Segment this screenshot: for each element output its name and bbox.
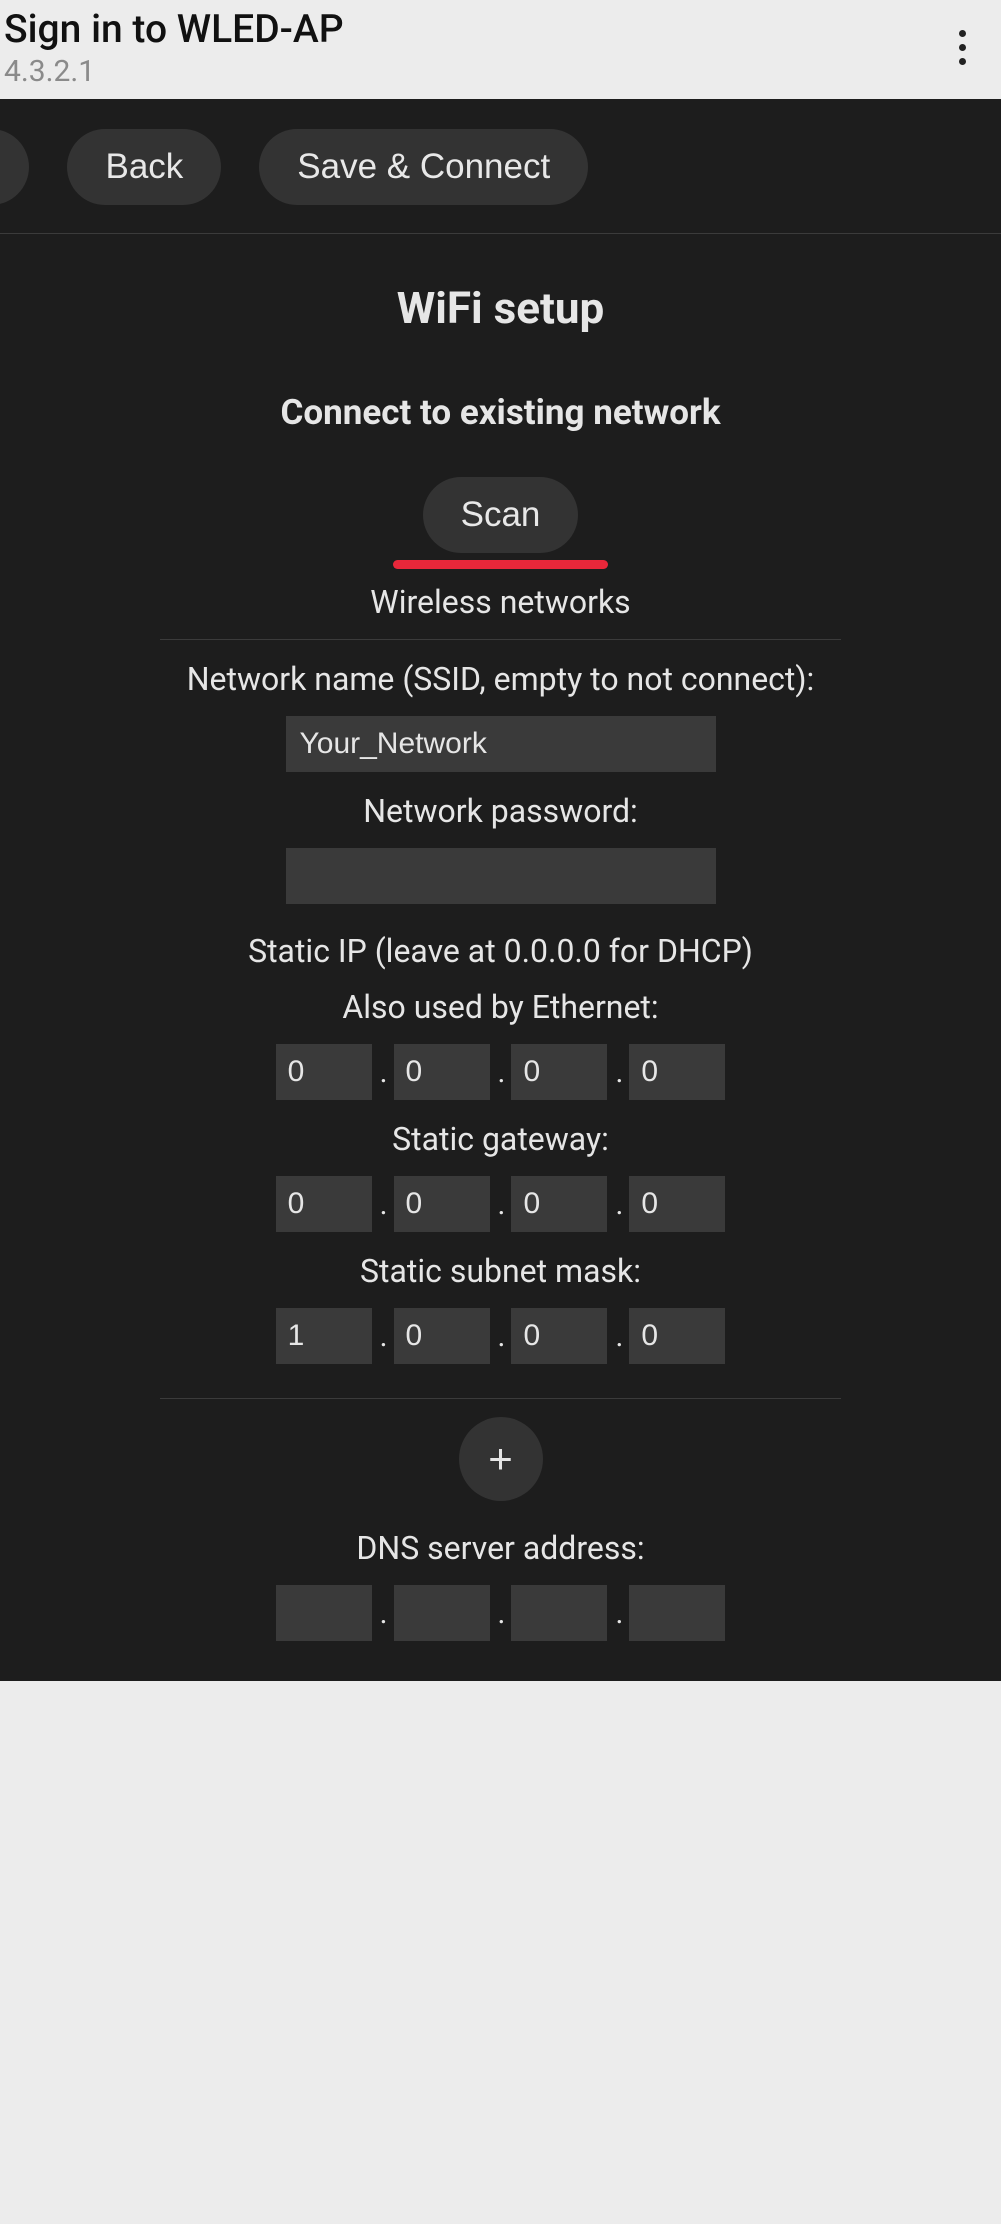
top-button-bar: ? Back Save & Connect [0,129,1001,234]
ip-dot: . [607,1319,629,1354]
static-ip-row: . . . [0,1044,1001,1100]
gateway-octet-4[interactable] [629,1176,725,1232]
scan-button[interactable]: Scan [423,477,579,553]
gateway-octet-3[interactable] [511,1176,607,1232]
dns-octet-4[interactable] [629,1585,725,1641]
ip-dot: . [372,1319,394,1354]
help-button[interactable]: ? [0,129,29,205]
divider [160,1398,841,1399]
captive-portal-subtitle: 4.3.2.1 [4,54,344,89]
back-button[interactable]: Back [67,129,221,205]
password-label: Network password: [0,792,1001,830]
ip-dot: . [607,1055,629,1090]
subnet-octet-4[interactable] [629,1308,725,1364]
subnet-octet-1[interactable] [276,1308,372,1364]
page-title: WiFi setup [0,282,1001,334]
ip-dot: . [607,1596,629,1631]
add-network-button[interactable]: + [459,1417,543,1501]
subnet-octet-3[interactable] [511,1308,607,1364]
static-ip-label: Static IP (leave at 0.0.0.0 for DHCP) [0,932,1001,970]
password-input[interactable] [286,848,716,904]
ip-dot: . [607,1187,629,1222]
static-ip-octet-3[interactable] [511,1044,607,1100]
scan-highlight [393,560,609,569]
ip-dot: . [372,1055,394,1090]
captive-portal-bar: Sign in to WLED-AP 4.3.2.1 [0,0,1001,99]
gateway-octet-1[interactable] [276,1176,372,1232]
subnet-row: . . . [0,1308,1001,1364]
gateway-row: . . . [0,1176,1001,1232]
ssid-label: Network name (SSID, empty to not connect… [0,660,1001,698]
ip-dot: . [490,1055,512,1090]
ip-dot: . [372,1596,394,1631]
app-content: ? Back Save & Connect WiFi setup Connect… [0,99,1001,1681]
dns-label: DNS server address: [0,1529,1001,1567]
wireless-networks-label: Wireless networks [0,583,1001,621]
ip-dot: . [490,1596,512,1631]
ssid-input[interactable] [286,716,716,772]
dns-octet-1[interactable] [276,1585,372,1641]
captive-portal-title-block: Sign in to WLED-AP 4.3.2.1 [4,6,344,89]
connect-heading: Connect to existing network [0,392,1001,433]
ethernet-label: Also used by Ethernet: [0,988,1001,1026]
gateway-octet-2[interactable] [394,1176,490,1232]
ip-dot: . [490,1319,512,1354]
gateway-label: Static gateway: [0,1120,1001,1158]
subnet-octet-2[interactable] [394,1308,490,1364]
static-ip-octet-4[interactable] [629,1044,725,1100]
save-connect-button[interactable]: Save & Connect [259,129,588,205]
captive-portal-title: Sign in to WLED-AP [4,6,344,52]
ip-dot: . [490,1187,512,1222]
static-ip-octet-1[interactable] [276,1044,372,1100]
dns-octet-2[interactable] [394,1585,490,1641]
ip-dot: . [372,1187,394,1222]
subnet-label: Static subnet mask: [0,1252,1001,1290]
dns-row: . . . [0,1585,1001,1641]
static-ip-octet-2[interactable] [394,1044,490,1100]
more-menu-icon[interactable] [937,18,987,78]
divider [160,639,841,640]
dns-octet-3[interactable] [511,1585,607,1641]
